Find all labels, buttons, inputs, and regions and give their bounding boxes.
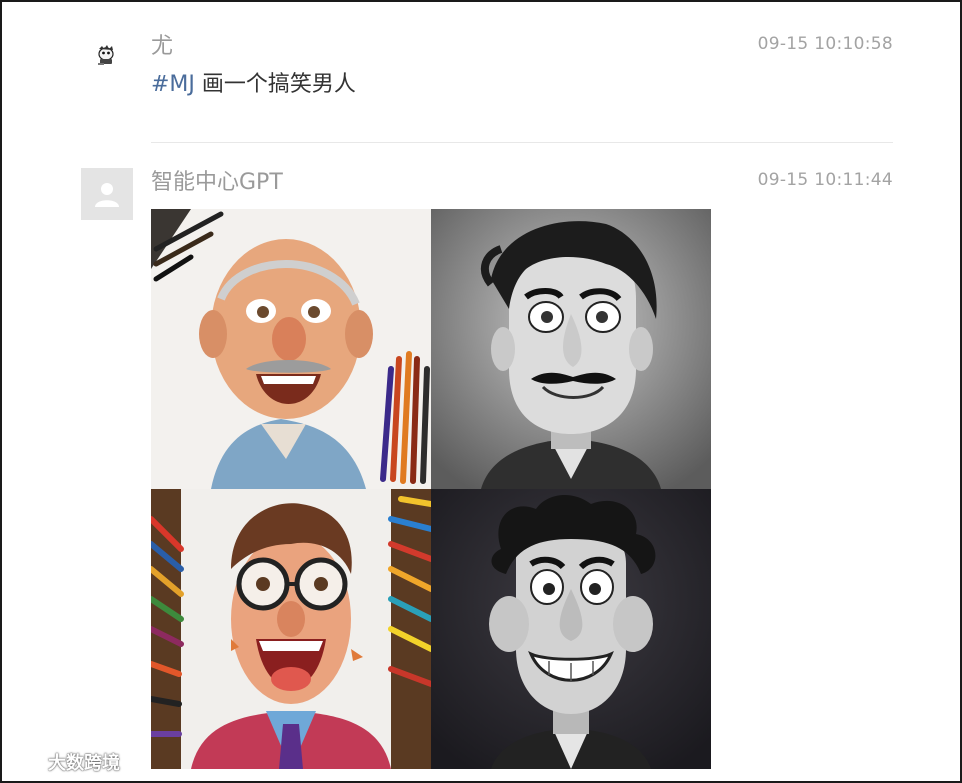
message-timestamp: 09-15 10:10:58 [757,34,893,54]
caricature-glasses-man-icon [151,489,431,769]
caricature-old-man-icon [151,209,431,489]
prompt-text: 画一个搞笑男人 [194,72,356,97]
sender-name: 尤 [151,34,174,59]
message-divider [151,142,893,143]
message-user: 尤 09-15 10:10:58 #MJ 画一个搞笑男人 [2,32,960,144]
watermark: 大数跨境 [6,749,120,775]
watermark-logo-icon [6,753,42,771]
generated-image-4[interactable] [431,489,711,769]
generated-image-3[interactable] [151,489,431,769]
message-text[interactable]: #MJ 画一个搞笑男人 [151,70,356,100]
message-bot: 智能中心GPT 09-15 10:11:44 [2,168,960,781]
default-user-icon [95,183,119,207]
cartoon-avatar-icon [81,32,133,84]
chat-window: 尤 09-15 10:10:58 #MJ 画一个搞笑男人 智能中心GPT 09-… [0,0,962,783]
caricature-mustache-man-icon [431,209,711,489]
sender-name: 智能中心GPT [151,170,283,195]
bot-avatar[interactable] [81,168,133,220]
generated-image-1[interactable] [151,209,431,489]
user-avatar[interactable] [81,32,133,84]
message-timestamp: 09-15 10:11:44 [757,170,893,190]
watermark-text: 大数跨境 [48,753,120,774]
mj-tag[interactable]: #MJ [151,72,195,97]
generated-image-2[interactable] [431,209,711,489]
generated-image-grid[interactable] [151,209,711,769]
caricature-wild-hair-man-icon [431,489,711,769]
